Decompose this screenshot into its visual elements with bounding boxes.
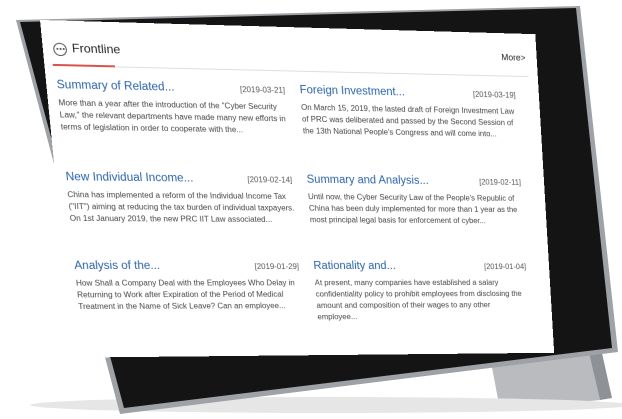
article-title[interactable]: Analysis of the... — [74, 260, 161, 272]
article-card[interactable]: New Individual Income... [2019-02-14] Ch… — [65, 171, 291, 174]
article-date: [2019-02-11] — [479, 178, 521, 187]
article-date: [2019-02-14] — [247, 175, 292, 184]
article-title[interactable]: Rationality and... — [313, 260, 396, 271]
article-snippet: More than a year after the introduction … — [58, 97, 289, 137]
article-snippet: Until now, the Cyber Security Law of the… — [308, 191, 524, 227]
article-card[interactable]: Summary of Related... [2019-03-21] More … — [56, 79, 284, 84]
article-title[interactable]: Summary and Analysis... — [306, 174, 429, 187]
article-card[interactable]: Foreign Investment... [2019-03-19] On Ma… — [299, 84, 515, 89]
article-date: [2019-03-21] — [240, 85, 286, 95]
scene: Frontline More> Summary of Related... [2… — [0, 0, 622, 419]
header-accent — [53, 64, 115, 67]
article-date: [2019-01-04] — [484, 263, 527, 271]
article-title[interactable]: Summary of Related... — [56, 79, 175, 94]
article-title[interactable]: New Individual Income... — [65, 171, 194, 184]
article-date: [2019-03-19] — [473, 90, 516, 100]
article-title[interactable]: Foreign Investment... — [299, 84, 405, 98]
frontline-logo-icon — [53, 43, 68, 57]
header: Frontline More> — [50, 39, 528, 75]
more-link[interactable]: More> — [501, 52, 526, 62]
section-title: Frontline — [71, 41, 121, 56]
screen: Frontline More> Summary of Related... [2… — [40, 20, 554, 358]
article-snippet: On March 15, 2019, the lasted draft of F… — [301, 102, 519, 140]
article-snippet: How Shall a Company Deal with the Employ… — [76, 278, 303, 313]
article-snippet: China has implemented a reform of the In… — [67, 189, 296, 226]
article-card[interactable]: Summary and Analysis... [2019-02-11] Unt… — [306, 174, 520, 176]
article-date: [2019-01-29] — [254, 262, 299, 271]
article-snippet: At present, many companies have establis… — [314, 277, 529, 323]
